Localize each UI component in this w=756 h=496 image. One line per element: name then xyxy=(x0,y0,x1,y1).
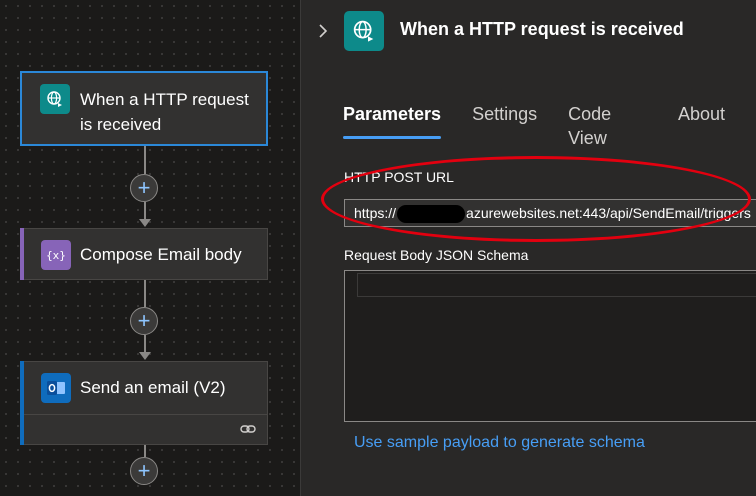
connector-arrow xyxy=(139,219,151,227)
trigger-card-title: When a HTTP request is received xyxy=(80,90,249,134)
request-body-schema-editor[interactable] xyxy=(344,270,756,422)
connector-line xyxy=(144,445,146,457)
panel-tabs: Parameters Settings Code View About xyxy=(343,102,756,148)
http-request-globe-icon xyxy=(40,84,70,114)
chevron-right-icon[interactable] xyxy=(315,20,331,42)
add-step-button[interactable]: + xyxy=(130,174,158,202)
connector-line xyxy=(144,335,146,353)
add-step-button[interactable]: + xyxy=(130,307,158,335)
link-icon[interactable] xyxy=(238,419,258,439)
connector-line xyxy=(144,202,146,220)
compose-card-title: Compose Email body xyxy=(80,245,242,264)
connector-line xyxy=(144,280,146,307)
card-accent-bar xyxy=(20,228,24,280)
request-body-schema-label: Request Body JSON Schema xyxy=(344,247,529,263)
use-sample-payload-link[interactable]: Use sample payload to generate schema xyxy=(354,434,645,452)
send-email-card-title: Send an email (V2) xyxy=(80,378,226,397)
compose-card[interactable]: {x} Compose Email body xyxy=(20,228,268,280)
tab-parameters[interactable]: Parameters xyxy=(343,102,442,140)
connector-arrow xyxy=(139,352,151,360)
svg-text:{x}: {x} xyxy=(47,249,65,262)
details-panel: When a HTTP request is received Paramete… xyxy=(300,0,756,496)
card-divider xyxy=(24,414,267,415)
tab-settings[interactable]: Settings xyxy=(472,102,537,140)
panel-title: When a HTTP request is received xyxy=(400,19,684,39)
connector-line xyxy=(144,146,146,174)
http-request-globe-icon xyxy=(344,11,384,51)
flow-canvas[interactable]: When a HTTP request is received + {x} Co… xyxy=(0,0,300,496)
card-accent-bar xyxy=(20,361,24,445)
outlook-icon xyxy=(41,373,71,403)
send-email-card[interactable]: Send an email (V2) xyxy=(20,361,268,445)
red-highlight-annotation xyxy=(321,156,751,242)
add-step-button[interactable]: + xyxy=(130,457,158,485)
tab-about[interactable]: About xyxy=(678,102,725,140)
tab-code-view[interactable]: Code View xyxy=(568,102,647,148)
data-operation-curly-braces-icon: {x} xyxy=(41,240,71,270)
trigger-card[interactable]: When a HTTP request is received xyxy=(20,71,268,146)
editor-current-line xyxy=(357,273,756,297)
